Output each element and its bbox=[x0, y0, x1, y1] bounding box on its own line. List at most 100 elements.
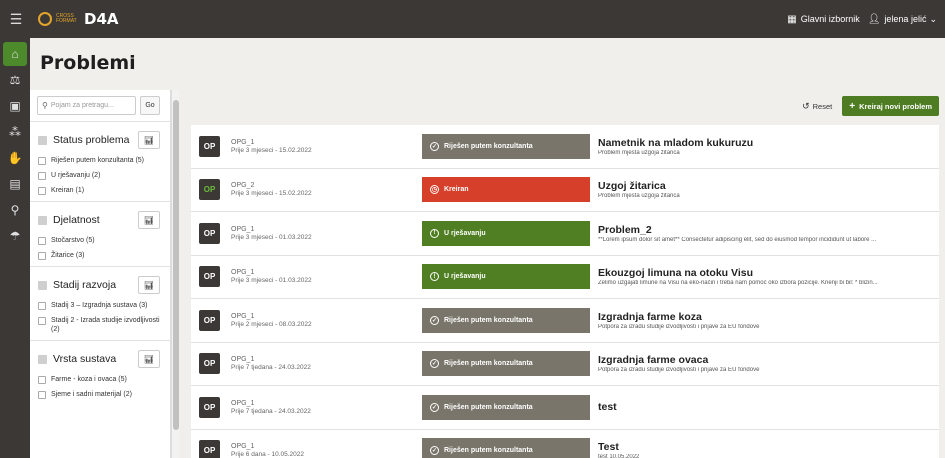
avatar: OP bbox=[199, 440, 220, 458]
filter-option-label: Stočarstvo (5) bbox=[51, 237, 95, 244]
problem-title[interactable]: Test bbox=[598, 441, 931, 453]
app-name[interactable]: D4A bbox=[84, 10, 119, 28]
group-checkbox[interactable] bbox=[38, 354, 47, 364]
problem-row[interactable]: OP OPG_1 Prije 6 dana - 10.05.2022 ✓ Riješen… bbox=[191, 429, 939, 458]
top-bar: ☰ CROSS FORMAT D4A ▦ Glavni izbornik 👤︎ … bbox=[0, 0, 945, 38]
reset-button[interactable]: ↺ Reset bbox=[802, 101, 832, 112]
timestamp: Prije 7 tjedana - 24.03.2022 bbox=[231, 407, 311, 415]
status-label: Riješen putem konzultanta bbox=[444, 142, 533, 150]
filter-option[interactable]: Stočarstvo (5) bbox=[38, 236, 170, 245]
filter-scrollbar[interactable] bbox=[171, 90, 179, 458]
problem-description: Potpora za izradu studije izvodljivosti … bbox=[598, 323, 760, 330]
problem-list: OP OPG_1 Prije 3 mjeseci - 15.02.2022 ✓ Rije… bbox=[191, 125, 939, 458]
option-checkbox[interactable] bbox=[38, 157, 46, 165]
avatar: OP bbox=[199, 222, 220, 244]
filter-option[interactable]: Sjeme i sadni materijal (2) bbox=[38, 390, 170, 399]
main-menu-button[interactable]: ▦ Glavni izbornik bbox=[787, 14, 859, 25]
avatar: OP bbox=[199, 135, 220, 157]
filter-option[interactable]: Farme - koza i ovaca (5) bbox=[38, 375, 170, 384]
status-label: U rješavanju bbox=[444, 229, 486, 237]
timestamp: Prije 3 mjeseci - 01.03.2022 bbox=[231, 277, 312, 285]
filter-group: Vrsta sustava 📊︎ Farme - koza i ovaca (5) S… bbox=[30, 340, 170, 405]
page-title: Problemi bbox=[40, 52, 136, 74]
filter-group-header[interactable]: Stadij razvoja 📊︎ bbox=[38, 275, 170, 295]
filter-option[interactable]: Kreiran (1) bbox=[38, 186, 170, 195]
filter-group-header[interactable]: Djelatnost 📊︎ bbox=[38, 210, 170, 230]
scroll-thumb[interactable] bbox=[173, 100, 179, 430]
timestamp: Prije 2 mjeseci - 08.03.2022 bbox=[231, 320, 312, 328]
status-badge: ✓ Riješen putem konzultanta bbox=[422, 438, 590, 458]
search-input[interactable]: ⚲ Pojam za pretragu... bbox=[37, 96, 136, 115]
filter-group-header[interactable]: Vrsta sustava 📊︎ bbox=[38, 349, 170, 369]
status-badge: ! U rješavanju bbox=[422, 264, 590, 290]
owner-name: OPG_1 bbox=[231, 356, 255, 364]
create-problem-button[interactable]: + Kreiraj novi problem bbox=[842, 96, 939, 116]
timestamp: Prije 3 mjeseci - 15.02.2022 bbox=[231, 190, 312, 198]
nav-helping-hand-icon[interactable]: ☂ bbox=[0, 224, 30, 248]
status-icon: ✓ bbox=[430, 359, 439, 369]
filter-option[interactable]: Stadij 3 – Izgradnja sustava (3) bbox=[38, 301, 170, 310]
option-checkbox[interactable] bbox=[38, 391, 46, 399]
chart-icon[interactable]: 📊︎ bbox=[138, 211, 160, 229]
filter-group-title: Status problema bbox=[53, 134, 130, 146]
filter-group-header[interactable]: Status problema 📊︎ bbox=[38, 130, 170, 150]
option-checkbox[interactable] bbox=[38, 302, 46, 310]
problem-title[interactable]: Izgradnja farme koza bbox=[598, 311, 931, 323]
filter-option[interactable]: U rješavanju (2) bbox=[38, 171, 170, 180]
nav-home-icon[interactable]: ⌂ bbox=[3, 42, 27, 66]
filter-option-label: Stadij 2 - Izrada studije izvodljivosti … bbox=[51, 317, 160, 333]
option-checkbox[interactable] bbox=[38, 237, 46, 245]
filter-group-title: Vrsta sustava bbox=[53, 353, 117, 365]
option-checkbox[interactable] bbox=[38, 172, 46, 180]
problem-title[interactable]: Problem_2 bbox=[598, 224, 931, 236]
nav-handshake-icon[interactable]: ✋ bbox=[0, 146, 30, 170]
option-checkbox[interactable] bbox=[38, 187, 46, 195]
status-icon: ✓ bbox=[430, 446, 439, 456]
filter-option[interactable]: Stadij 2 - Izrada studije izvodljivosti … bbox=[38, 316, 170, 334]
problem-row[interactable]: OP OPG_1 Prije 3 mjeseci - 01.03.2022! U rj… bbox=[191, 255, 939, 299]
nav-network-icon[interactable]: ⁂ bbox=[0, 120, 30, 144]
problem-row[interactable]: OP OPG_1 Prije 7 tjedana - 24.03.2022 ✓ Rije… bbox=[191, 342, 939, 386]
filter-option[interactable]: Riješen putem konzultanta (5) bbox=[38, 156, 170, 165]
problem-title[interactable]: test bbox=[598, 401, 931, 413]
problem-title[interactable]: Ekouzgoj limuna na otoku Visu bbox=[598, 267, 931, 279]
option-checkbox[interactable] bbox=[38, 317, 46, 325]
problem-description: Problem mjesta uzgoja žitarica bbox=[598, 193, 680, 200]
hamburger-menu-icon[interactable]: ☰ bbox=[0, 0, 32, 38]
logo[interactable]: CROSS FORMAT bbox=[38, 12, 77, 26]
nav-briefcase-icon[interactable]: ▣ bbox=[0, 94, 30, 118]
problem-row[interactable]: OP OPG_1 Prije 3 mjeseci - 15.02.2022 ✓ Rije… bbox=[191, 125, 939, 169]
filter-option-label: U rješavanju (2) bbox=[51, 172, 101, 179]
problem-row[interactable]: OP OPG_2 Prije 3 mjeseci - 15.02.2022 ◷ Krei… bbox=[191, 168, 939, 212]
group-checkbox[interactable] bbox=[38, 280, 47, 290]
problem-title[interactable]: Uzgoj žitarica bbox=[598, 180, 931, 192]
reset-label: Reset bbox=[812, 101, 833, 111]
group-checkbox[interactable] bbox=[38, 215, 47, 225]
status-label: Kreiran bbox=[444, 186, 469, 194]
nav-factory-icon[interactable]: ▤ bbox=[0, 172, 30, 196]
filter-option[interactable]: Žitarice (3) bbox=[38, 251, 170, 260]
problem-description: Potpora za izradu studije izvodljivosti … bbox=[598, 367, 760, 374]
nav-scale-icon[interactable]: ⚖ bbox=[0, 68, 30, 92]
filter-option-label: Farme - koza i ovaca (5) bbox=[51, 376, 127, 383]
avatar: OP bbox=[199, 396, 220, 418]
search-placeholder: Pojam za pretragu... bbox=[50, 102, 114, 109]
go-button[interactable]: Go bbox=[140, 96, 160, 115]
status-label: Riješen putem konzultanta bbox=[444, 316, 533, 324]
chart-icon[interactable]: 📊︎ bbox=[138, 276, 160, 294]
problem-title[interactable]: Izgradnja farme ovaca bbox=[598, 354, 931, 366]
group-checkbox[interactable] bbox=[38, 135, 47, 145]
problem-description: Problem mjesta uzgoja žitarica bbox=[598, 149, 680, 156]
problem-row[interactable]: OP OPG_1 Prije 7 tjedana - 24.03.2022 ✓ Rije… bbox=[191, 386, 939, 430]
filter-option-label: Riješen putem konzultanta (5) bbox=[51, 157, 144, 164]
chart-icon[interactable]: 📊︎ bbox=[138, 350, 160, 368]
user-menu-button[interactable]: 👤︎ jelena jelić ⌄ bbox=[868, 14, 937, 25]
option-checkbox[interactable] bbox=[38, 376, 46, 384]
nav-search-icon[interactable]: ⚲ bbox=[0, 198, 30, 222]
avatar: OP bbox=[199, 309, 220, 331]
chart-icon[interactable]: 📊︎ bbox=[138, 131, 160, 149]
option-checkbox[interactable] bbox=[38, 252, 46, 260]
problem-row[interactable]: OP OPG_1 Prije 2 mjeseci - 08.03.2022 ✓ Rije… bbox=[191, 299, 939, 343]
problem-title[interactable]: Nametnik na mladom kukuruzu bbox=[598, 137, 931, 149]
problem-row[interactable]: OP OPG_1 Prije 3 mjeseci - 01.03.2022! U rj… bbox=[191, 212, 939, 256]
